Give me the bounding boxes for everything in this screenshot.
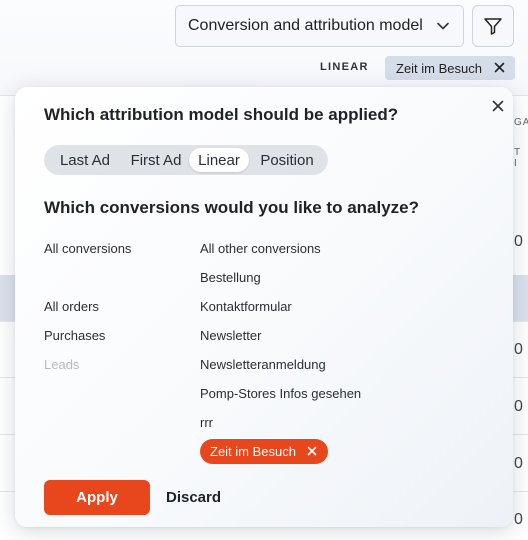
group-purchases[interactable]: Purchases xyxy=(44,328,105,343)
model-select-value: Conversion and attribution model xyxy=(188,17,423,34)
table-cell-fragment: 0 xyxy=(514,511,523,528)
attribution-model-toggle: Last Ad First Ad Linear Position xyxy=(44,145,328,175)
model-question-heading: Which attribution model should be applie… xyxy=(44,105,399,124)
table-cell-fragment: 0 xyxy=(514,398,523,415)
conversion-option[interactable]: Bestellung xyxy=(200,270,261,285)
model-option-linear[interactable]: Linear xyxy=(189,148,249,172)
attribution-model-select[interactable]: Conversion and attribution model xyxy=(175,5,464,47)
conversion-option[interactable]: All other conversions xyxy=(200,241,321,256)
filter-button[interactable] xyxy=(472,5,514,47)
attribution-model-label: LINEAR xyxy=(320,61,369,73)
table-cell-fragment: 0 xyxy=(514,341,523,358)
apply-button[interactable]: Apply xyxy=(44,480,150,515)
column-header-fragment: GA xyxy=(514,117,528,128)
selected-conversion-chip-label: Zeit im Besuch xyxy=(210,444,296,459)
conversion-option[interactable]: Pomp-Stores Infos gesehen xyxy=(200,386,361,401)
table-cell-fragment: 0 xyxy=(514,455,523,472)
group-all-conversions[interactable]: All conversions xyxy=(44,241,131,256)
conversion-question-heading: Which conversions would you like to anal… xyxy=(44,198,420,217)
conversion-option[interactable]: Newsletteranmeldung xyxy=(200,357,326,372)
model-option-first-ad[interactable]: First Ad xyxy=(123,148,189,172)
discard-button[interactable]: Discard xyxy=(166,480,221,515)
remove-chip-icon[interactable] xyxy=(494,62,505,73)
group-all-orders[interactable]: All orders xyxy=(44,299,99,314)
close-icon[interactable] xyxy=(492,100,504,112)
active-filter-chip: Zeit im Besuch xyxy=(385,56,515,80)
conversion-option[interactable]: Kontaktformular xyxy=(200,299,292,314)
filter-icon xyxy=(484,18,502,35)
conversion-option[interactable]: rrr xyxy=(200,415,213,430)
attribution-popover: Which attribution model should be applie… xyxy=(15,87,513,527)
table-cell-fragment: 0 xyxy=(514,233,523,250)
conversion-option[interactable]: Newsletter xyxy=(200,328,261,343)
remove-chip-icon[interactable] xyxy=(307,446,317,456)
group-leads[interactable]: Leads xyxy=(44,357,79,372)
active-filter-chip-label: Zeit im Besuch xyxy=(396,60,482,76)
model-option-last-ad[interactable]: Last Ad xyxy=(47,148,123,172)
column-header-fragment: T I xyxy=(514,147,521,169)
chevron-down-icon xyxy=(437,22,449,30)
toolbar: Conversion and attribution model LINEAR … xyxy=(0,0,528,96)
model-option-position[interactable]: Position xyxy=(249,148,325,172)
selected-conversion-chip[interactable]: Zeit im Besuch xyxy=(200,439,328,464)
